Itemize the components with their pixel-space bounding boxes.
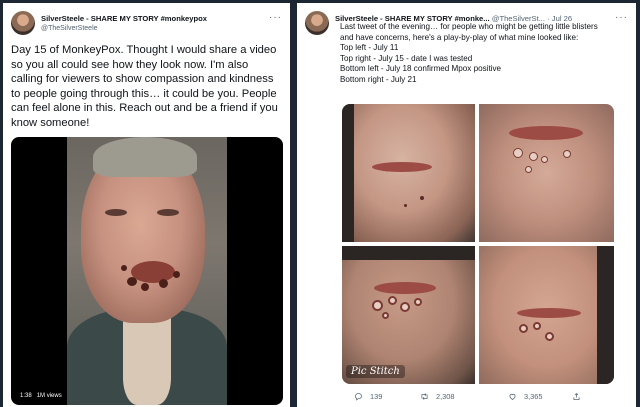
video-collar xyxy=(123,315,171,405)
tweet-line: Top right - July 15 - date I was tested xyxy=(340,53,473,63)
blister xyxy=(513,148,523,158)
tweet-text: Last tweet of the evening… for people wh… xyxy=(340,22,630,86)
tweet-header: SilverSteele - SHARE MY STORY #monkeypox… xyxy=(11,11,282,39)
blister xyxy=(533,322,541,330)
blister xyxy=(400,302,410,312)
blister xyxy=(563,150,571,158)
lip xyxy=(517,308,581,318)
photo-top-right[interactable] xyxy=(479,104,614,242)
sore xyxy=(141,283,149,291)
background xyxy=(597,246,614,384)
like-button[interactable]: 3,365 xyxy=(508,392,543,401)
like-icon xyxy=(509,393,516,400)
photo-bottom-right[interactable] xyxy=(479,246,614,384)
sore xyxy=(121,265,127,271)
video-views: 1M views xyxy=(36,393,62,399)
tweet-card-right[interactable]: SilverSteele - SHARE MY STORY #monke... … xyxy=(297,3,636,407)
eye xyxy=(105,209,127,216)
retweet-icon xyxy=(421,393,428,400)
video-player[interactable]: 1:38 1M views xyxy=(11,137,283,405)
photo-top-left[interactable] xyxy=(342,104,475,242)
share-icon xyxy=(573,392,580,400)
mouth xyxy=(131,261,175,283)
reply-count: 139 xyxy=(370,392,383,401)
tweet-line: Bottom left - July 18 confirmed Mpox pos… xyxy=(340,64,502,74)
avatar[interactable] xyxy=(305,11,329,35)
reply-icon xyxy=(355,393,362,401)
lip xyxy=(374,282,436,294)
blister xyxy=(382,312,389,319)
picstitch-watermark: Pic Stitch xyxy=(346,365,405,378)
tweet-actions: 139 2,308 3,365 xyxy=(340,392,630,406)
more-icon[interactable]: ··· xyxy=(269,12,282,23)
blister xyxy=(545,332,554,341)
video-stats: 1:38 1M views xyxy=(17,392,65,400)
blister xyxy=(541,156,548,163)
background xyxy=(342,246,475,260)
blister xyxy=(388,296,397,305)
tweet-line: Bottom right - July 21 xyxy=(340,74,417,84)
retweet-button[interactable]: 2,308 xyxy=(420,392,455,401)
reply-button[interactable]: 139 xyxy=(354,392,382,401)
sore xyxy=(159,279,168,288)
photo-collage[interactable]: Pic Stitch xyxy=(342,104,614,384)
lip xyxy=(372,162,432,172)
share-button[interactable] xyxy=(572,392,588,401)
blister xyxy=(519,324,528,333)
blister xyxy=(372,300,383,311)
user-handle[interactable]: @TheSilverSteele xyxy=(41,25,98,32)
video-frame xyxy=(67,137,227,405)
video-time: 1:38 xyxy=(20,393,32,399)
tweet-card-left[interactable]: SilverSteele - SHARE MY STORY #monkeypox… xyxy=(3,3,290,407)
blister xyxy=(414,298,422,306)
photo-bottom-left[interactable]: Pic Stitch xyxy=(342,246,475,384)
blister xyxy=(420,196,424,200)
tweet-line: Top left - July 11 xyxy=(340,43,399,53)
retweet-count: 2,308 xyxy=(436,392,455,401)
tweet-line: and have concerns, here's a play-by-play… xyxy=(340,32,579,42)
tweet-text: Day 15 of MonkeyPox. Thought I would sha… xyxy=(11,44,278,129)
sore xyxy=(173,271,180,278)
avatar[interactable] xyxy=(11,11,35,35)
blister xyxy=(529,152,538,161)
eye xyxy=(157,209,179,216)
background xyxy=(342,104,354,242)
like-count: 3,365 xyxy=(524,392,543,401)
display-name[interactable]: SilverSteele - SHARE MY STORY #monkeypox xyxy=(41,14,207,23)
lip xyxy=(509,126,583,140)
blister xyxy=(404,204,407,207)
tweet-line: Last tweet of the evening… for people wh… xyxy=(340,22,598,31)
video-hair xyxy=(93,137,197,177)
blister xyxy=(525,166,532,173)
sore xyxy=(127,277,137,286)
